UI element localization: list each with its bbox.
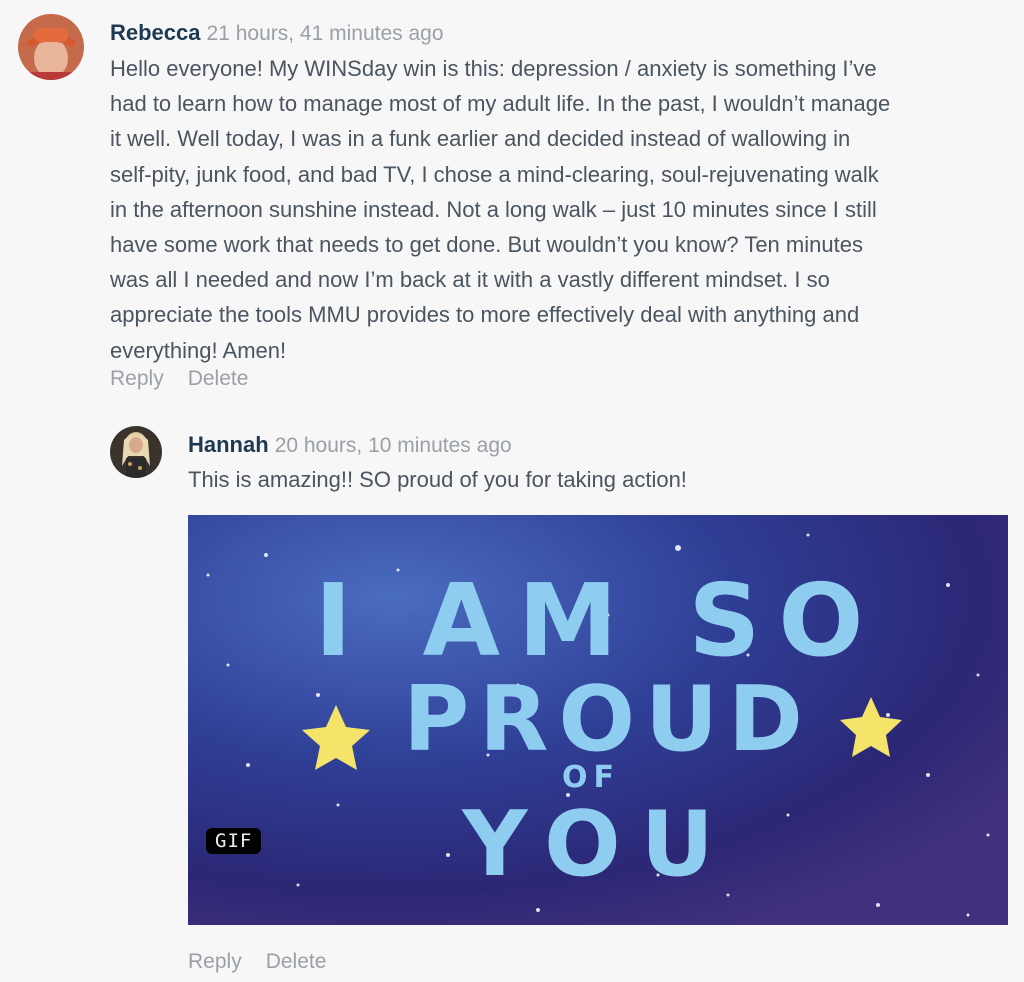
reply-button[interactable]: Reply xyxy=(110,367,164,390)
comment-actions: Reply Delete xyxy=(110,367,272,391)
comment-line: was all I needed and now I’m back at it … xyxy=(110,267,830,293)
author-name[interactable]: Rebecca xyxy=(110,20,201,45)
comment-actions: Reply Delete xyxy=(188,950,350,974)
gif-text-line: PROUD xyxy=(403,667,813,772)
comment-line: everything! Amen! xyxy=(110,337,287,363)
comment-line: had to learn how to manage most of my ad… xyxy=(110,91,891,117)
gif-image[interactable]: I AM SO PROUD OF YOU GIF xyxy=(188,515,1008,925)
gif-text-line: I AM SO xyxy=(315,562,882,679)
reply-button[interactable]: Reply xyxy=(188,950,242,973)
comment-line: in the afternoon sunshine instead. Not a… xyxy=(110,196,877,222)
avatar[interactable] xyxy=(110,426,162,478)
comment-line: it well. Well today, I was in a funk ear… xyxy=(110,126,851,152)
comment-header: Hannah 20 hours, 10 minutes ago xyxy=(188,432,512,458)
comment-line: self-pity, junk food, and bad TV, I chos… xyxy=(110,161,879,187)
comment-body: This is amazing!! SO proud of you for ta… xyxy=(188,467,687,492)
gif-text-line: YOU xyxy=(461,792,734,897)
comment-header: Rebecca 21 hours, 41 minutes ago xyxy=(110,20,444,46)
comment-line: appreciate the tools MMU provides to mor… xyxy=(110,302,860,328)
timestamp: 20 hours, 10 minutes ago xyxy=(274,434,512,457)
delete-button[interactable]: Delete xyxy=(266,950,327,973)
timestamp: 21 hours, 41 minutes ago xyxy=(206,22,444,45)
comment-line: have some work that needs to get done. B… xyxy=(110,232,863,258)
gif-badge: GIF xyxy=(206,828,262,854)
gif-text-line: OF xyxy=(562,760,620,795)
comment-line: Hello everyone! My WINSday win is this: … xyxy=(110,56,877,81)
comment-body: Hello everyone! My WINSday win is this: … xyxy=(110,51,1010,368)
delete-button[interactable]: Delete xyxy=(188,367,249,390)
author-name[interactable]: Hannah xyxy=(188,432,269,457)
avatar[interactable] xyxy=(18,14,84,80)
